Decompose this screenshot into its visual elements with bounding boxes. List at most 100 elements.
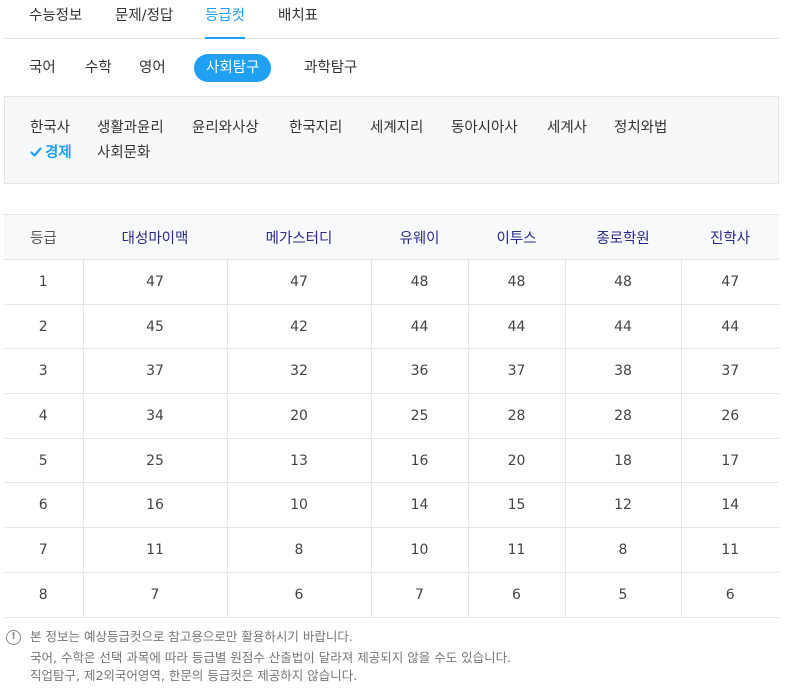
score-cell: 44	[680, 304, 779, 350]
tab-placement-table[interactable]: 배치표	[278, 6, 318, 26]
score-cell: 47	[226, 259, 371, 305]
grade-cell: 6	[4, 482, 83, 529]
score-cell: 16	[82, 482, 227, 529]
table-row: 1 47 47 48 48 48 47	[4, 259, 779, 305]
score-cell: 11	[680, 527, 779, 573]
score-cell: 44	[467, 304, 565, 350]
score-cell: 44	[564, 304, 681, 350]
subject-english[interactable]: 영어	[139, 58, 166, 78]
score-cell: 25	[82, 438, 227, 484]
score-cell: 32	[226, 348, 371, 395]
sub-subject-east-asian-history[interactable]: 동아시아사	[451, 118, 518, 138]
sub-subject-panel: 한국사 생활과윤리 윤리와사상 한국지리 세계지리 동아시아사 세계사 정치와법…	[4, 96, 779, 184]
score-cell: 48	[564, 259, 681, 305]
provider-header: 유웨이	[371, 214, 468, 260]
score-cell: 11	[82, 527, 227, 573]
score-cell: 11	[467, 527, 565, 573]
score-cell: 37	[82, 348, 227, 395]
sub-subject-korean-geography[interactable]: 한국지리	[289, 118, 342, 138]
score-cell: 20	[467, 438, 565, 484]
subject-social-studies[interactable]: 사회탐구	[194, 54, 272, 82]
score-cell: 48	[467, 259, 565, 305]
sub-subject-society-culture[interactable]: 사회문화	[97, 143, 150, 163]
table-header-row: 등급 대성마이맥 메가스터디 유웨이 이투스 종로학원 진학사	[4, 214, 779, 260]
sub-subject-ethics-thought[interactable]: 윤리와사상	[192, 118, 259, 138]
tab-grade-cut[interactable]: 등급컷	[205, 6, 246, 39]
score-cell: 36	[370, 348, 468, 395]
provider-header: 진학사	[681, 214, 779, 260]
score-cell: 42	[226, 304, 371, 350]
table-row: 4 34 20 25 28 28 26	[4, 393, 779, 439]
score-cell: 34	[82, 393, 227, 439]
score-cell: 28	[564, 393, 681, 439]
score-cell: 38	[564, 348, 681, 395]
score-cell: 12	[564, 482, 681, 529]
score-cell: 17	[680, 438, 779, 484]
grade-cell: 1	[4, 259, 83, 305]
score-cell: 14	[370, 482, 468, 529]
subject-korean[interactable]: 국어	[29, 58, 56, 78]
grade-cell: 8	[4, 572, 83, 618]
grade-column-header: 등급	[4, 214, 83, 260]
score-cell: 6	[467, 572, 565, 618]
score-cell: 14	[680, 482, 779, 529]
notice-line: 국어, 수학은 선택 과목에 따라 등급별 원점수 산출법이 달라져 제공되지 …	[30, 650, 512, 665]
top-tab-bar: 수능정보 문제/정답 등급컷 배치표	[4, 0, 779, 39]
score-cell: 8	[226, 527, 371, 573]
table-row: 2 45 42 44 44 44 44	[4, 304, 779, 350]
check-icon	[30, 147, 42, 157]
score-cell: 7	[370, 572, 468, 618]
table-row: 8767656	[4, 572, 779, 618]
score-cell: 13	[226, 438, 371, 484]
sub-subject-ethics-life[interactable]: 생활과윤리	[97, 118, 164, 138]
table-row: 7 11 8 10 11 8 11	[4, 527, 779, 573]
grade-cell: 4	[4, 393, 83, 439]
sub-subject-world-geography[interactable]: 세계지리	[370, 118, 423, 138]
score-cell: 37	[680, 348, 779, 395]
score-cell: 45	[82, 304, 227, 350]
score-cell: 25	[370, 393, 468, 439]
sub-subject-economics-label: 경제	[45, 145, 72, 161]
score-cell: 48	[370, 259, 468, 305]
tab-exam-info[interactable]: 수능정보	[29, 6, 82, 26]
score-cell: 6	[226, 572, 371, 618]
grade-cell: 3	[4, 348, 83, 395]
score-cell: 7	[82, 572, 227, 618]
table-row: 5 25 13 16 20 18 17	[4, 438, 779, 484]
sub-subject-korean-history[interactable]: 한국사	[30, 118, 70, 138]
score-cell: 10	[370, 527, 468, 573]
tab-questions-answers[interactable]: 문제/정답	[115, 6, 173, 26]
grade-cell: 5	[4, 438, 83, 484]
grade-cut-table: 등급 대성마이맥 메가스터디 유웨이 이투스 종로학원 진학사 1 47 47 48 4…	[4, 214, 779, 618]
score-cell: 37	[467, 348, 565, 395]
sub-subject-economics[interactable]: 경제	[30, 143, 72, 163]
exclamation-circle-icon: !	[6, 630, 21, 645]
subject-math[interactable]: 수학	[85, 58, 112, 78]
score-cell: 47	[680, 259, 779, 305]
score-cell: 8	[564, 527, 681, 573]
provider-header: 종로학원	[565, 214, 681, 260]
score-cell: 26	[680, 393, 779, 439]
sub-subject-politics-law[interactable]: 정치와법	[614, 118, 667, 138]
sub-subject-world-history[interactable]: 세계사	[547, 118, 587, 138]
grade-table-body: 1 47 47 48 48 48 47 2 45 42 44 44 44 44 3 37 32 36 37 38 37 4…	[4, 259, 779, 618]
score-cell: 47	[82, 259, 227, 305]
score-cell: 44	[370, 304, 468, 350]
score-cell: 16	[370, 438, 468, 484]
provider-header: 이투스	[468, 214, 565, 260]
table-row: 6 16 10 14 15 12 14	[4, 482, 779, 529]
provider-header: 메가스터디	[227, 214, 371, 260]
score-cell: 10	[226, 482, 371, 529]
score-cell: 28	[467, 393, 565, 439]
grade-cell: 7	[4, 527, 83, 573]
table-row: 3 37 32 36 37 38 37	[4, 348, 779, 395]
notice-line: 직업탐구, 제2외국어영역, 한문의 등급컷은 제공하지 않습니다.	[30, 668, 358, 683]
score-cell: 6	[680, 572, 779, 618]
score-cell: 18	[564, 438, 681, 484]
score-cell: 5	[564, 572, 681, 618]
subject-science[interactable]: 과학탐구	[304, 58, 357, 78]
score-cell: 20	[226, 393, 371, 439]
provider-header: 대성마이맥	[83, 214, 227, 260]
score-cell: 15	[467, 482, 565, 529]
notice-line: 본 정보는 예상등급컷으로 참고용으로만 활용하시기 바랍니다.	[30, 629, 353, 644]
